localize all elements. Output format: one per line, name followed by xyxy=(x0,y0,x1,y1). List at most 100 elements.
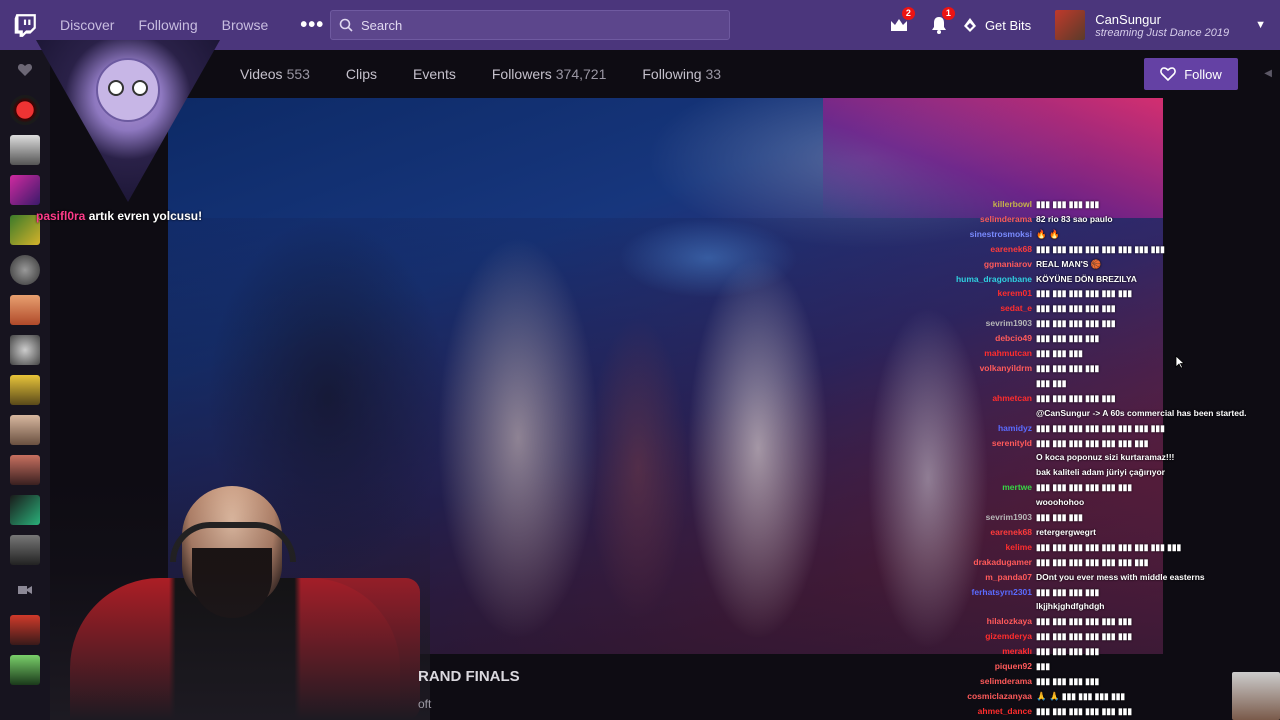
tab-followers[interactable]: Followers 374,721 xyxy=(492,66,607,82)
chat-message: kerem01 ▮▮▮ ▮▮▮ ▮▮▮ ▮▮▮ ▮▮▮ ▮▮▮ xyxy=(940,286,1270,301)
follow-label: Follow xyxy=(1184,66,1222,82)
user-name: CanSungur xyxy=(1095,11,1161,27)
nav-discover[interactable]: Discover xyxy=(60,17,114,33)
chat-text: 82 rio 83 sao paulo xyxy=(1036,213,1113,224)
chat-message: earenek68 ▮▮▮ ▮▮▮ ▮▮▮ ▮▮▮ ▮▮▮ ▮▮▮ ▮▮▮ ▮▮▮ xyxy=(940,242,1270,257)
collapse-chat-icon[interactable]: ◀ xyxy=(1264,68,1272,79)
chat-username[interactable] xyxy=(940,495,1036,510)
stream-game[interactable]: oft xyxy=(418,697,431,711)
sidebar-channel-7[interactable] xyxy=(0,330,50,370)
chat-username[interactable]: sevrim1903 xyxy=(940,316,1036,331)
chat-username[interactable]: earenek68 xyxy=(940,242,1036,257)
tab-following[interactable]: Following 33 xyxy=(642,66,721,82)
nav-following[interactable]: Following xyxy=(138,17,197,33)
sidebar-channel-11[interactable] xyxy=(0,490,50,530)
nav-browse[interactable]: Browse xyxy=(222,17,269,33)
chat-username[interactable]: m_panda07 xyxy=(940,570,1036,585)
chat-message: kelime ▮▮▮ ▮▮▮ ▮▮▮ ▮▮▮ ▮▮▮ ▮▮▮ ▮▮▮ ▮▮▮ ▮▮… xyxy=(940,540,1270,555)
chat-message: drakadugamer ▮▮▮ ▮▮▮ ▮▮▮ ▮▮▮ ▮▮▮ ▮▮▮ ▮▮▮ xyxy=(940,555,1270,570)
channel-avatar xyxy=(10,95,40,125)
tab-videos[interactable]: Videos 553 xyxy=(240,66,310,82)
sidebar-channel-10[interactable] xyxy=(0,450,50,490)
left-sidebar xyxy=(0,50,50,720)
chat-username[interactable]: selimderama xyxy=(940,212,1036,227)
chat-username[interactable]: volkanyildrm xyxy=(940,361,1036,376)
channel-avatar xyxy=(10,175,40,205)
user-menu[interactable]: CanSungur streaming Just Dance 2019 ▼ xyxy=(1055,10,1266,40)
chat-username[interactable]: kerem01 xyxy=(940,286,1036,301)
chat-message: ggmaniarov REAL MAN'S 🏀 xyxy=(940,257,1270,272)
follow-button[interactable]: Follow xyxy=(1144,58,1238,90)
chat-username[interactable]: ahmet_dance xyxy=(940,704,1036,719)
sidebar-channel-1[interactable] xyxy=(0,90,50,130)
search-input[interactable] xyxy=(361,17,701,33)
tab-clips[interactable]: Clips xyxy=(346,66,377,82)
sidebar-camera-icon[interactable] xyxy=(0,570,50,610)
chat-text: ▮▮▮ ▮▮▮ ▮▮▮ xyxy=(1036,512,1083,523)
chat-text: KÖYÜNE DÖN BREZILYA xyxy=(1036,273,1137,284)
channel-tabs-bar: Videos 553 Clips Events Followers 374,721 … xyxy=(50,50,1280,98)
chat-message: sevrim1903 ▮▮▮ ▮▮▮ ▮▮▮ xyxy=(940,510,1270,525)
sidebar-channel-12[interactable] xyxy=(0,530,50,570)
prime-badge: 2 xyxy=(901,7,915,20)
chat-username[interactable]: earenek68 xyxy=(940,525,1036,540)
chat-username[interactable]: drakadugamer xyxy=(940,555,1036,570)
chat-username[interactable]: sevrim1903 xyxy=(940,510,1036,525)
more-menu-icon[interactable]: ••• xyxy=(300,14,324,37)
chevron-down-icon[interactable]: ▼ xyxy=(1255,19,1266,31)
chat-username[interactable]: ahmetcan xyxy=(940,391,1036,406)
channel-avatar xyxy=(10,135,40,165)
chat-text: ▮▮▮ ▮▮▮ ▮▮▮ xyxy=(1036,348,1083,359)
chat-username[interactable]: selimderama xyxy=(940,674,1036,689)
chat-username[interactable]: mertwe xyxy=(940,480,1036,495)
mini-player-thumbnail[interactable] xyxy=(1232,672,1280,720)
chat-username[interactable]: kelime xyxy=(940,540,1036,555)
chat-username[interactable] xyxy=(940,599,1036,614)
followed-channels-heart-icon[interactable] xyxy=(0,50,50,90)
chat-username[interactable]: piquen92 xyxy=(940,659,1036,674)
get-bits-button[interactable]: Get Bits xyxy=(963,17,1031,33)
chat-username[interactable]: debcio49 xyxy=(940,331,1036,346)
sidebar-channel-3[interactable] xyxy=(0,170,50,210)
sidebar-channel-2[interactable] xyxy=(0,130,50,170)
chat-username[interactable]: cosmiclazanyaa xyxy=(940,689,1036,704)
chat-username[interactable]: ggmaniarov xyxy=(940,257,1036,272)
prime-loot-button[interactable]: 2 xyxy=(879,0,919,50)
chat-username[interactable]: mahmutcan xyxy=(940,346,1036,361)
chat-username[interactable]: killerbowl xyxy=(940,197,1036,212)
chat-message: serenityld ▮▮▮ ▮▮▮ ▮▮▮ ▮▮▮ ▮▮▮ ▮▮▮ ▮▮▮ xyxy=(940,436,1270,451)
sidebar-channel-14[interactable] xyxy=(0,650,50,690)
chat-text: ▮▮▮ ▮▮▮ ▮▮▮ ▮▮▮ ▮▮▮ ▮▮▮ ▮▮▮ xyxy=(1036,437,1149,448)
sidebar-channel-13[interactable] xyxy=(0,610,50,650)
chat-text: ▮▮▮ ▮▮▮ ▮▮▮ ▮▮▮ ▮▮▮ ▮▮▮ xyxy=(1036,482,1133,493)
chat-message: ferhatsyrn2301 ▮▮▮ ▮▮▮ ▮▮▮ ▮▮▮ xyxy=(940,585,1270,600)
tab-events[interactable]: Events xyxy=(413,66,456,82)
chat-username[interactable] xyxy=(940,450,1036,465)
chat-message: hamidyz ▮▮▮ ▮▮▮ ▮▮▮ ▮▮▮ ▮▮▮ ▮▮▮ ▮▮▮ ▮▮▮ xyxy=(940,421,1270,436)
chat-message: cosmiclazanyaa 🙏 🙏 ▮▮▮ ▮▮▮ ▮▮▮ ▮▮▮ xyxy=(940,689,1270,704)
chat-username[interactable]: meraklı xyxy=(940,644,1036,659)
chat-username[interactable]: hilalozkaya xyxy=(940,614,1036,629)
search-box[interactable] xyxy=(330,10,730,40)
chat-text: 🔥 🔥 xyxy=(1036,228,1060,239)
sidebar-channel-5[interactable] xyxy=(0,250,50,290)
chat-username[interactable]: huma_dragonbane xyxy=(940,272,1036,287)
chat-username[interactable]: serenityld xyxy=(940,436,1036,451)
chat-username[interactable]: sinestrosmoksi xyxy=(940,227,1036,242)
chat-username[interactable] xyxy=(940,406,1036,421)
sidebar-channel-6[interactable] xyxy=(0,290,50,330)
cartoon-face xyxy=(96,58,160,122)
chat-username[interactable]: sedat_e xyxy=(940,301,1036,316)
chat-username[interactable]: ferhatsyrn2301 xyxy=(940,585,1036,600)
sidebar-channel-9[interactable] xyxy=(0,410,50,450)
chat-username[interactable]: hamidyz xyxy=(940,421,1036,436)
notifications-button[interactable]: 1 xyxy=(919,0,959,50)
chat-username[interactable] xyxy=(940,376,1036,391)
chat-text: ▮▮▮ xyxy=(1036,661,1051,672)
sidebar-channel-8[interactable] xyxy=(0,370,50,410)
chat-username[interactable]: gizemderya xyxy=(940,629,1036,644)
chat-message: killerbowl ▮▮▮ ▮▮▮ ▮▮▮ ▮▮▮ xyxy=(940,197,1270,212)
chat-message: selimderama 82 rio 83 sao paulo xyxy=(940,212,1270,227)
chat-username[interactable] xyxy=(940,465,1036,480)
channel-avatar xyxy=(10,335,40,365)
